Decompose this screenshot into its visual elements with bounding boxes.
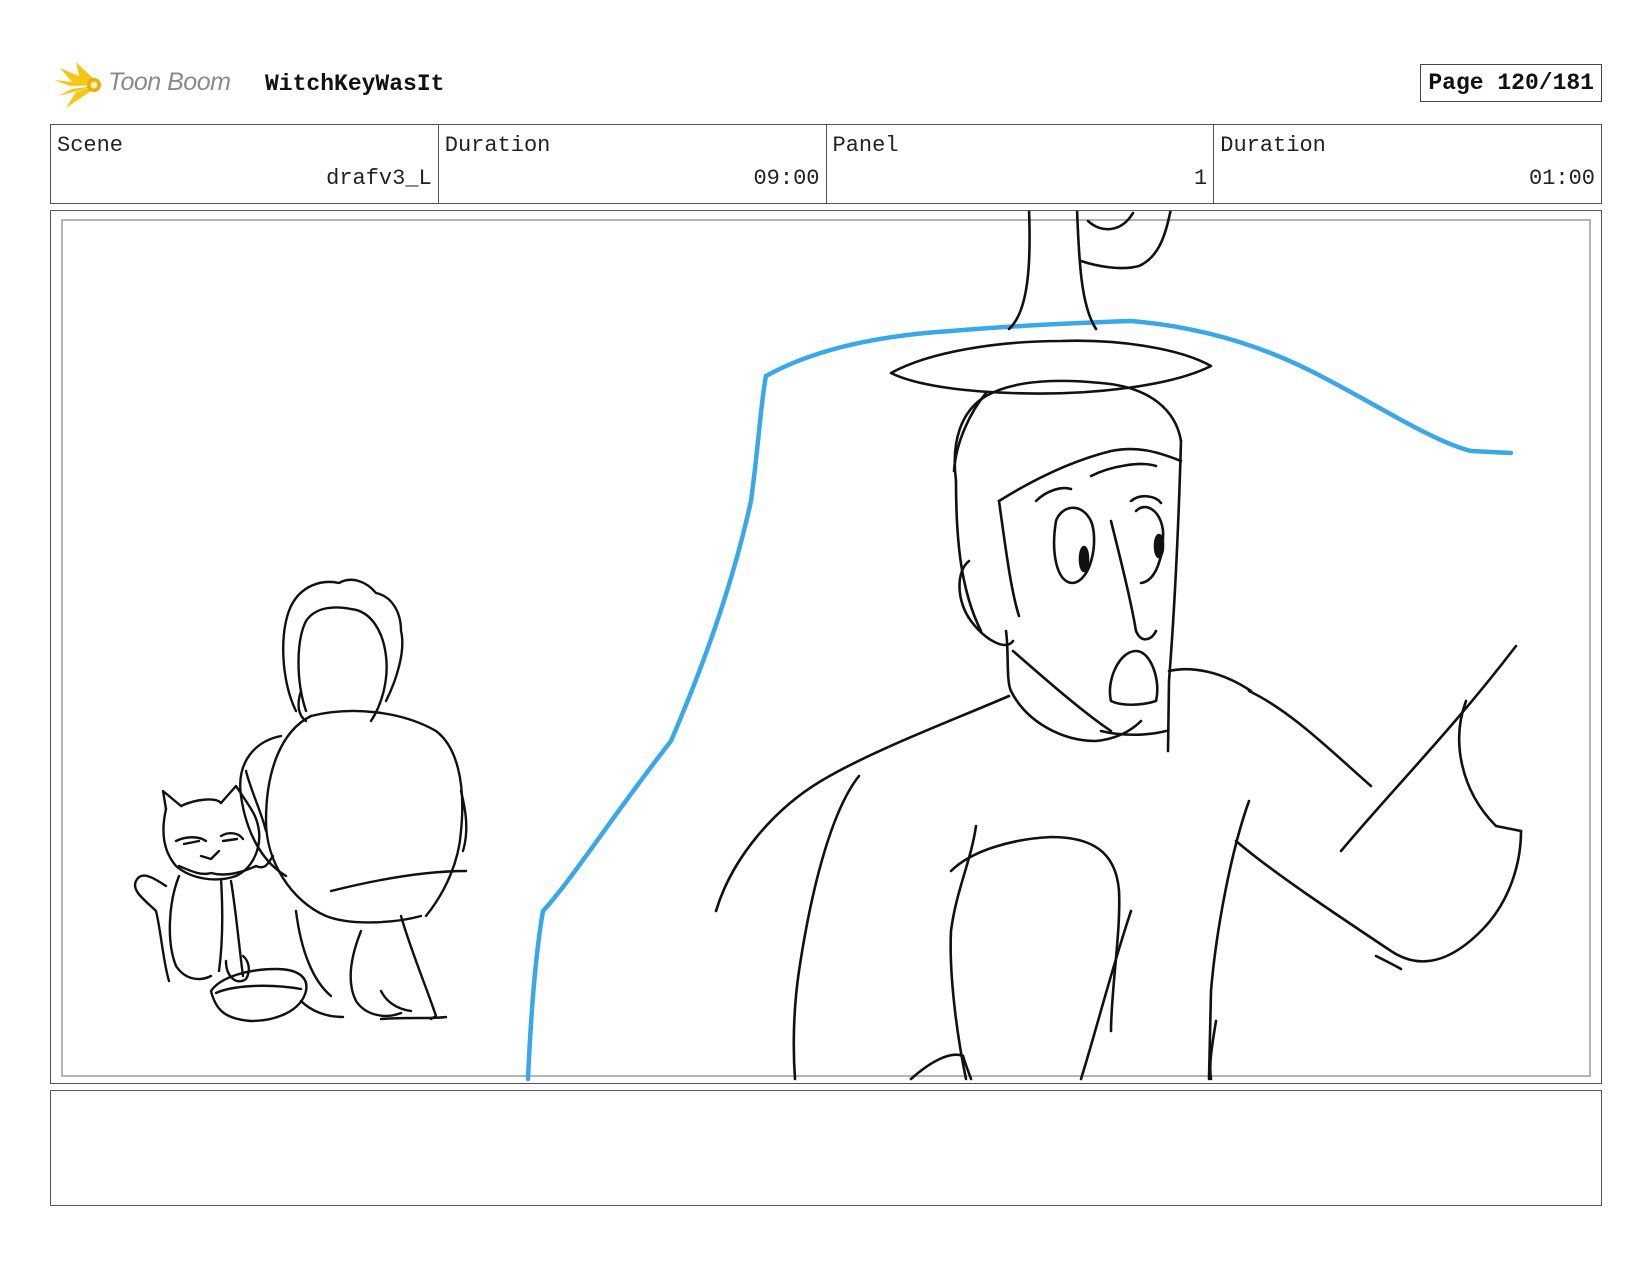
panel-drawing-frame: [50, 210, 1602, 1084]
brand-name: Toon Boom: [108, 68, 231, 96]
mouth: [1108, 649, 1159, 707]
left-eye: [1052, 506, 1096, 585]
food-bowl: [209, 989, 308, 1023]
hat-brim: [889, 339, 1213, 395]
project-title: WitchKeyWasIt: [265, 71, 445, 97]
scene-label: Scene: [57, 133, 124, 158]
scene-duration-value: 09:00: [753, 166, 820, 191]
panel-duration-value: 01:00: [1528, 166, 1595, 191]
panel-label: Panel: [832, 133, 899, 158]
page-indicator: Page 120/181: [1420, 64, 1602, 102]
scene-duration-label: Duration: [444, 133, 551, 158]
man-torso: [714, 694, 1011, 913]
hat-crown: [1007, 211, 1031, 331]
scene-cell: Scene drafv3_L: [51, 125, 439, 203]
panel-duration-label: Duration: [1220, 133, 1326, 158]
scene-info-table: Scene drafv3_L Duration 09:00 Panel 1 Du…: [50, 124, 1602, 204]
panel-notes: [50, 1090, 1602, 1206]
background-blue-line: [525, 318, 1514, 1082]
storyboard-header: Toon Boom WitchKeyWasIt Page 120/181: [50, 58, 1602, 112]
cat-body: [168, 874, 213, 981]
panel-sketch: [133, 211, 1523, 1082]
scene-value: drafv3_L: [326, 166, 432, 191]
toon-boom-logo: Toon Boom: [50, 58, 250, 112]
child-body: [264, 714, 423, 924]
panel-duration-cell: Duration 01:00: [1214, 125, 1601, 203]
panel-value: 1: [1194, 166, 1208, 191]
panel-cell: Panel 1: [827, 125, 1215, 203]
starburst-icon: [54, 62, 101, 108]
scene-duration-cell: Duration 09:00: [439, 125, 827, 203]
man-arm: [1234, 829, 1523, 963]
